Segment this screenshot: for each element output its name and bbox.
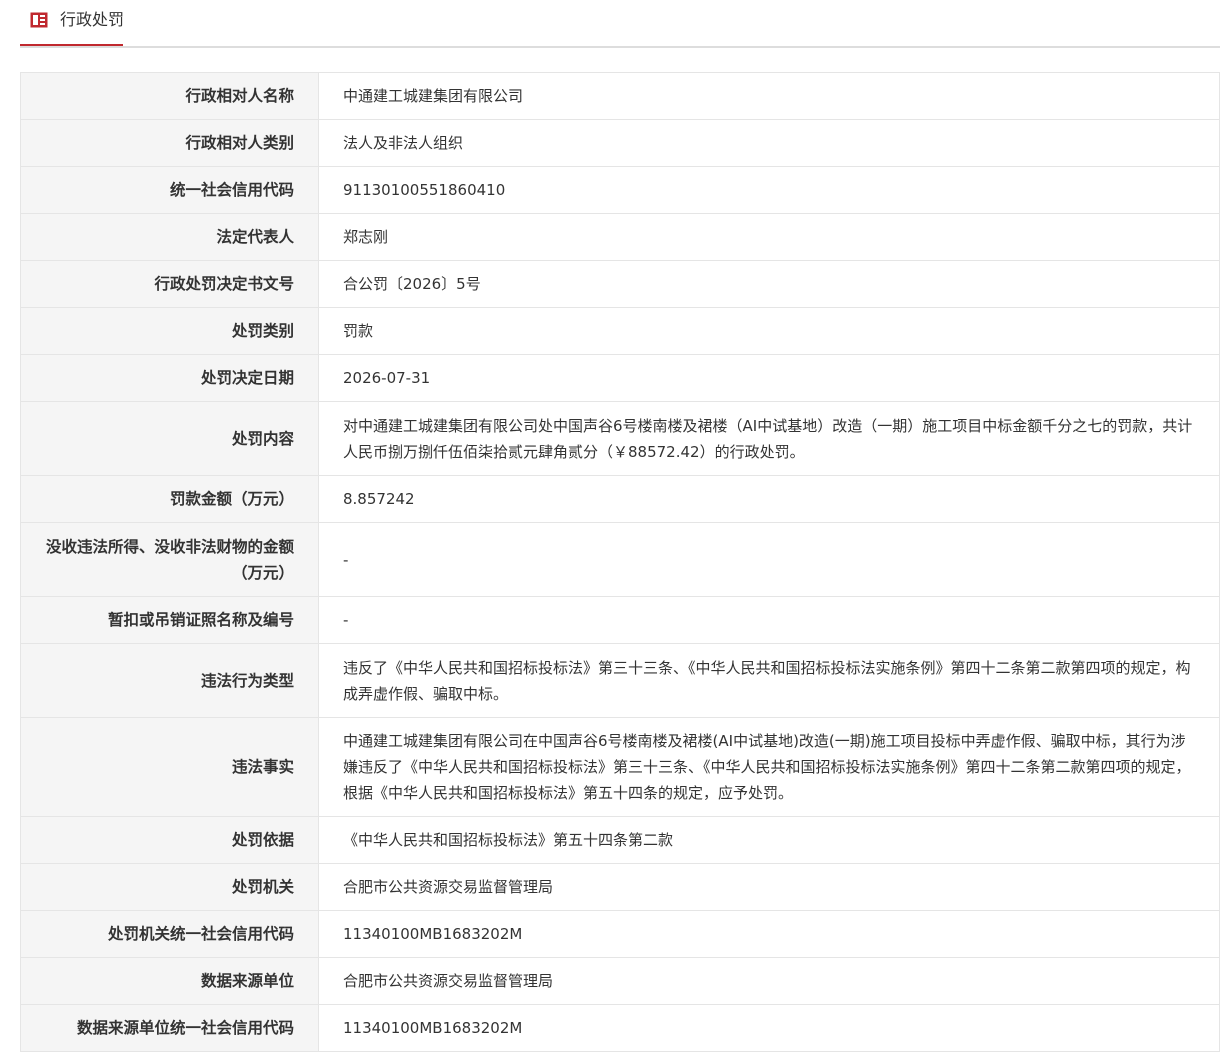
info-row: 行政相对人名称 中通建工城建集团有限公司 bbox=[20, 72, 1220, 120]
field-label: 处罚决定日期 bbox=[20, 354, 319, 402]
field-label: 法定代表人 bbox=[20, 213, 319, 261]
field-label: 没收违法所得、没收非法财物的金额（万元） bbox=[20, 522, 319, 597]
field-label: 处罚依据 bbox=[20, 816, 319, 864]
field-label: 行政相对人名称 bbox=[20, 72, 319, 120]
field-value: 8.857242 bbox=[318, 475, 1220, 523]
field-value: 11340100MB1683202M bbox=[318, 1004, 1220, 1052]
info-row: 罚款金额（万元） 8.857242 bbox=[20, 475, 1220, 523]
field-label: 数据来源单位统一社会信用代码 bbox=[20, 1004, 319, 1052]
field-value: 2026-07-31 bbox=[318, 354, 1220, 402]
field-value: 中通建工城建集团有限公司 bbox=[318, 72, 1220, 120]
field-label: 违法事实 bbox=[20, 717, 319, 817]
info-row: 暂扣或吊销证照名称及编号 - bbox=[20, 596, 1220, 644]
info-row: 数据来源单位 合肥市公共资源交易监督管理局 bbox=[20, 957, 1220, 1005]
info-row: 行政相对人类别 法人及非法人组织 bbox=[20, 119, 1220, 167]
info-row: 数据来源单位统一社会信用代码 11340100MB1683202M bbox=[20, 1004, 1220, 1052]
info-row: 处罚决定日期 2026-07-31 bbox=[20, 354, 1220, 402]
field-label: 违法行为类型 bbox=[20, 643, 319, 718]
field-label: 暂扣或吊销证照名称及编号 bbox=[20, 596, 319, 644]
field-label: 统一社会信用代码 bbox=[20, 166, 319, 214]
field-label: 行政相对人类别 bbox=[20, 119, 319, 167]
field-value: 合公罚〔2026〕5号 bbox=[318, 260, 1220, 308]
field-value: 合肥市公共资源交易监督管理局 bbox=[318, 957, 1220, 1005]
info-row: 违法事实 中通建工城建集团有限公司在中国声谷6号楼南楼及裙楼(AI中试基地)改造(… bbox=[20, 717, 1220, 817]
info-row: 处罚内容 对中通建工城建集团有限公司处中国声谷6号楼南楼及裙楼（AI中试基地）改造… bbox=[20, 401, 1220, 476]
field-value: 91130100551860410 bbox=[318, 166, 1220, 214]
tab-administrative-penalty[interactable]: 行政处罚 bbox=[20, 0, 125, 46]
info-row: 行政处罚决定书文号 合公罚〔2026〕5号 bbox=[20, 260, 1220, 308]
field-label: 处罚类别 bbox=[20, 307, 319, 355]
info-row: 违法行为类型 违反了《中华人民共和国招标投标法》第三十三条、《中华人民共和国招标投… bbox=[20, 643, 1220, 718]
document-list-icon bbox=[30, 12, 48, 28]
field-value: - bbox=[318, 596, 1220, 644]
field-label: 罚款金额（万元） bbox=[20, 475, 319, 523]
info-row: 处罚机关统一社会信用代码 11340100MB1683202M bbox=[20, 910, 1220, 958]
field-value: 违反了《中华人民共和国招标投标法》第三十三条、《中华人民共和国招标投标法实施条例… bbox=[318, 643, 1220, 718]
field-value: 郑志刚 bbox=[318, 213, 1220, 261]
info-row: 没收违法所得、没收非法财物的金额（万元） - bbox=[20, 522, 1220, 597]
info-row: 处罚类别 罚款 bbox=[20, 307, 1220, 355]
field-value: 法人及非法人组织 bbox=[318, 119, 1220, 167]
info-row: 处罚依据 《中华人民共和国招标投标法》第五十四条第二款 bbox=[20, 816, 1220, 864]
field-value: - bbox=[318, 522, 1220, 597]
info-row: 处罚机关 合肥市公共资源交易监督管理局 bbox=[20, 863, 1220, 911]
field-label: 处罚内容 bbox=[20, 401, 319, 476]
field-label: 行政处罚决定书文号 bbox=[20, 260, 319, 308]
field-value: 11340100MB1683202M bbox=[318, 910, 1220, 958]
field-value: 中通建工城建集团有限公司在中国声谷6号楼南楼及裙楼(AI中试基地)改造(一期)施… bbox=[318, 717, 1220, 817]
tab-label: 行政处罚 bbox=[60, 10, 125, 29]
field-label: 处罚机关统一社会信用代码 bbox=[20, 910, 319, 958]
field-label: 数据来源单位 bbox=[20, 957, 319, 1005]
field-value: 合肥市公共资源交易监督管理局 bbox=[318, 863, 1220, 911]
field-value: 对中通建工城建集团有限公司处中国声谷6号楼南楼及裙楼（AI中试基地）改造（一期）… bbox=[318, 401, 1220, 476]
info-row: 统一社会信用代码 91130100551860410 bbox=[20, 166, 1220, 214]
info-row: 法定代表人 郑志刚 bbox=[20, 213, 1220, 261]
field-label: 处罚机关 bbox=[20, 863, 319, 911]
penalty-info-table: 行政相对人名称 中通建工城建集团有限公司 行政相对人类别 法人及非法人组织 统一社会信用… bbox=[20, 72, 1220, 1052]
field-value: 《中华人民共和国招标投标法》第五十四条第二款 bbox=[318, 816, 1220, 864]
field-value: 罚款 bbox=[318, 307, 1220, 355]
tab-bar: 行政处罚 bbox=[20, 0, 1220, 48]
